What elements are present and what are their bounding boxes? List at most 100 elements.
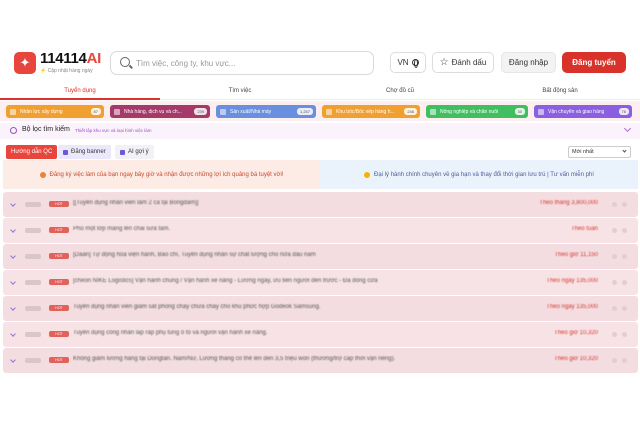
login-button[interactable]: Đăng nhập xyxy=(501,52,556,73)
share-icon[interactable] xyxy=(622,306,627,311)
heart-icon[interactable] xyxy=(612,202,617,207)
region-tag xyxy=(25,202,41,207)
category-restaurant[interactable]: Nhà hàng, dịch vụ và ch... 239 xyxy=(110,105,210,118)
job-row[interactable]: HOT [[Tuyển dụng nhân viên làm 2 ca tại B… xyxy=(3,192,638,217)
filter-title: Bộ lọc tìm kiếm xyxy=(22,126,70,133)
language-button[interactable]: VN xyxy=(390,52,426,73)
region-tag xyxy=(25,306,41,311)
heart-icon[interactable] xyxy=(612,332,617,337)
leaf-icon xyxy=(430,108,436,115)
post-job-button[interactable]: Đăng tuyển xyxy=(562,52,626,73)
share-icon[interactable] xyxy=(622,280,627,285)
category-count: 87 xyxy=(90,108,101,115)
header: ✦ 114114AI ⚡ Cập nhật hàng ngày VN ☆Đánh… xyxy=(0,44,640,84)
tab-secondhand[interactable]: Chợ đồ cũ xyxy=(320,87,480,99)
job-title: [cheon NIKE Logistics] Vận hành chung / … xyxy=(73,278,378,284)
category-agriculture[interactable]: Nông nghiệp và chăn nuôi 30 xyxy=(426,105,528,118)
category-count: 30 xyxy=(514,108,525,115)
region-tag xyxy=(25,358,41,363)
share-icon[interactable] xyxy=(622,332,627,337)
heart-icon[interactable] xyxy=(612,280,617,285)
category-construction[interactable]: Nhân lực xây dựng 87 xyxy=(6,105,104,118)
promo-register-text: Đăng ký việc làm của bạn ngay bây giờ và… xyxy=(49,171,284,178)
bookmark-button[interactable]: ☆ Đánh dấu xyxy=(432,52,494,73)
ad-guide-button[interactable]: Hướng dẫn QC xyxy=(6,145,58,159)
category-count: 239 xyxy=(194,108,207,115)
job-pay: Theo tuần xyxy=(570,226,598,232)
restaurant-icon xyxy=(114,108,120,115)
promo-agency-text: Đại lý hành chính chuyên về gia hạn và t… xyxy=(374,171,594,178)
job-row[interactable]: HOT Không giảm lương hàng tại Dongtan. Na… xyxy=(3,348,638,373)
megaphone-icon xyxy=(39,171,46,178)
job-title: [[Tuyển dụng nhân viên làm 2 ca tại Bong… xyxy=(73,200,199,206)
ai-suggest-button[interactable]: AI gợi ý xyxy=(115,145,154,159)
tab-recruitment[interactable]: Tuyển dụng xyxy=(0,87,160,100)
promo-register[interactable]: Đăng ký việc làm của bạn ngay bây giờ và… xyxy=(3,160,320,189)
search-box[interactable] xyxy=(110,51,374,75)
category-bar: Nhân lực xây dựng 87 Nhà hàng, dịch vụ và… xyxy=(0,101,640,121)
job-row[interactable]: HOT Phủ một lớp màng lên chai sữa tắm. The… xyxy=(3,218,638,243)
heart-icon[interactable] xyxy=(612,306,617,311)
promo-agency[interactable]: Đại lý hành chính chuyên về gia hạn và t… xyxy=(320,160,638,189)
banner-icon xyxy=(63,149,68,155)
logo-icon[interactable]: ✦ xyxy=(14,52,36,74)
sort-select[interactable]: Mới nhất xyxy=(568,146,631,158)
logo-main: 114114 xyxy=(40,50,87,67)
search-icon xyxy=(120,57,130,67)
hot-badge: HOT xyxy=(49,201,69,207)
category-manufacturing[interactable]: Sản xuất/Nhà máy 1,257 xyxy=(216,105,316,118)
heart-icon[interactable] xyxy=(612,228,617,233)
hot-badge: HOT xyxy=(49,357,69,363)
box-icon xyxy=(326,108,332,115)
logo-ai: AI xyxy=(86,50,102,67)
globe-icon xyxy=(411,59,419,68)
category-label: Sản xuất/Nhà máy xyxy=(230,108,272,115)
logo[interactable]: 114114AI xyxy=(40,50,101,67)
chevron-down-icon xyxy=(622,148,627,153)
bolt-icon: ⚡ xyxy=(40,68,47,74)
worker-icon xyxy=(10,108,16,115)
share-icon[interactable] xyxy=(622,358,627,363)
job-title: Không giảm lương hàng tại Dongtan. Nam/N… xyxy=(73,356,396,362)
tab-label: Tìm việc xyxy=(228,88,252,94)
job-pay: Theo ngày 135,000 xyxy=(546,278,598,284)
chevron-icon xyxy=(10,201,16,207)
heart-icon[interactable] xyxy=(612,254,617,259)
job-row[interactable]: HOT Tuyển dụng nhân viên giám sát phòng c… xyxy=(3,296,638,321)
post-banner-button[interactable]: Đăng banner xyxy=(58,145,111,159)
filter-subtitle: Thiết lập khu vực và loại hình việc làm xyxy=(75,128,152,133)
job-pay: Theo giờ 10,320 xyxy=(554,356,598,362)
star-icon xyxy=(364,171,371,178)
tab-find-job[interactable]: Tìm việc xyxy=(160,87,320,99)
search-input[interactable] xyxy=(136,57,366,70)
tab-real-estate[interactable]: Bất động sản xyxy=(480,87,640,99)
category-label: Vận chuyển và giao hàng xyxy=(548,108,605,115)
heart-icon[interactable] xyxy=(612,358,617,363)
login-label: Đăng nhập xyxy=(508,58,549,67)
job-title: Tuyển dụng nhân viên giám sát phòng cháy… xyxy=(73,304,321,310)
category-delivery[interactable]: Vận chuyển và giao hàng 76 xyxy=(534,105,632,118)
ai-icon xyxy=(120,149,125,155)
job-row[interactable]: HOT [Daan] Tự động hóa viện hành, Báo chí… xyxy=(3,244,638,269)
job-row[interactable]: HOT Tuyển dụng công nhân lắp ráp phụ tùng… xyxy=(3,322,638,347)
category-loading[interactable]: Khu bốc/Bốc xếp hàng h... 246 xyxy=(322,105,420,118)
job-list: HOT [[Tuyển dụng nhân viên làm 2 ca tại B… xyxy=(3,192,638,374)
chevron-icon xyxy=(10,305,16,311)
share-icon[interactable] xyxy=(622,228,627,233)
chevron-icon xyxy=(10,279,16,285)
tab-label: Tuyển dụng xyxy=(64,88,96,94)
share-icon[interactable] xyxy=(622,254,627,259)
chevron-icon xyxy=(10,227,16,233)
ai-suggest-label: AI gợi ý xyxy=(128,149,149,155)
chevron-down-icon[interactable] xyxy=(623,124,632,133)
sub-tabs: Hướng dẫn QC Đăng banner AI gợi ý Mới nh… xyxy=(0,144,640,160)
chevron-icon xyxy=(10,357,16,363)
region-tag xyxy=(25,228,41,233)
hot-badge: HOT xyxy=(49,253,69,259)
hot-badge: HOT xyxy=(49,227,69,233)
search-filter[interactable]: Bộ lọc tìm kiếm Thiết lập khu vực và loạ… xyxy=(0,123,640,139)
job-row[interactable]: HOT [cheon NIKE Logistics] Vận hành chung… xyxy=(3,270,638,295)
job-pay: Theo tháng 3,800,000 xyxy=(539,200,598,206)
job-pay: Theo giờ 10,320 xyxy=(554,330,598,336)
share-icon[interactable] xyxy=(622,202,627,207)
